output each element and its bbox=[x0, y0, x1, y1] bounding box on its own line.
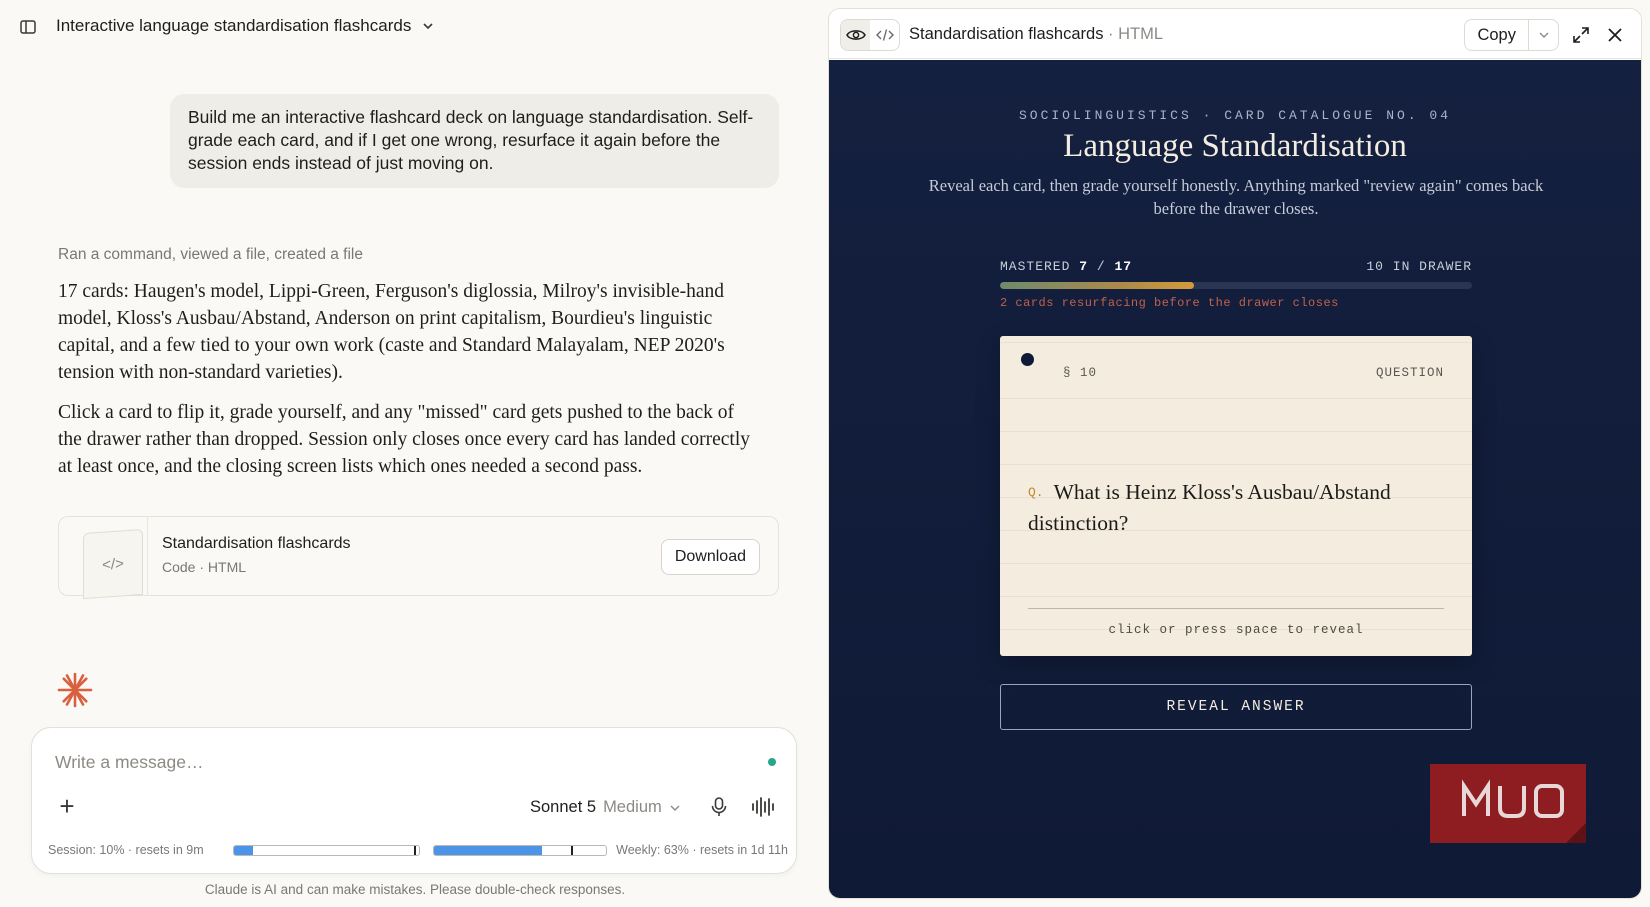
artifact-title-type: · HTML bbox=[1108, 25, 1164, 43]
reply-paragraph: 17 cards: Haugen's model, Lippi-Green, F… bbox=[58, 281, 725, 383]
microphone-icon[interactable] bbox=[708, 796, 730, 818]
top-bar: Interactive language standardisation fla… bbox=[0, 0, 820, 54]
mastered-count: MASTERED 7 / 17 bbox=[1000, 259, 1133, 274]
weekly-usage-marker bbox=[571, 846, 573, 855]
status-indicator bbox=[768, 758, 776, 766]
artifact-meta: Code · HTML bbox=[162, 559, 247, 575]
claude-spark-icon bbox=[57, 672, 93, 708]
artifact-name: Standardisation flashcards bbox=[162, 535, 351, 552]
code-icon bbox=[875, 29, 894, 41]
preview-toggle[interactable] bbox=[841, 20, 870, 50]
add-attachment-button[interactable]: + bbox=[54, 793, 80, 820]
artifact-card[interactable]: </> Standardisation flashcards Code · HT… bbox=[58, 516, 779, 600]
weekly-usage-label: Weekly: 63% · resets in 1d 11h bbox=[616, 843, 788, 857]
copy-options-button[interactable] bbox=[1528, 20, 1558, 50]
reveal-answer-button[interactable]: REVEAL ANSWER bbox=[1000, 684, 1472, 730]
flashcard[interactable]: § 10 QUESTION Q. What is Heinz Kloss's Au… bbox=[1000, 336, 1472, 656]
user-message: Build me an interactive flashcard deck o… bbox=[170, 94, 779, 188]
download-button[interactable]: Download bbox=[660, 539, 760, 575]
divider bbox=[147, 517, 148, 595]
deck-kicker: SOCIOLINGUISTICS · CARD CATALOGUE NO. 04 bbox=[1018, 108, 1452, 123]
progress-section: MASTERED 7 / 17 10 IN DRAWER 2 cards res… bbox=[1000, 259, 1472, 310]
view-toggle bbox=[840, 19, 900, 51]
close-icon[interactable] bbox=[1605, 25, 1625, 45]
card-question: Q. What is Heinz Kloss's Ausbau/Abstand d… bbox=[1028, 477, 1448, 539]
disclaimer: Claude is AI and can make mistakes. Plea… bbox=[204, 882, 626, 897]
code-toggle[interactable] bbox=[870, 20, 899, 50]
reply-paragraph: Click a card to flip it, grade yourself,… bbox=[58, 402, 750, 477]
question-text: What is Heinz Kloss's Ausbau/Abstand dis… bbox=[1028, 480, 1391, 535]
card-punch-hole bbox=[1021, 353, 1034, 366]
mastered-total: 17 bbox=[1114, 259, 1133, 274]
weekly-usage-fill bbox=[434, 846, 543, 855]
artifact-title-name: Standardisation flashcards bbox=[909, 25, 1104, 43]
mastered-value: 7 bbox=[1079, 259, 1089, 274]
session-usage-bar bbox=[233, 845, 420, 856]
assistant-reply: 17 cards: Haugen's model, Lippi-Green, F… bbox=[58, 278, 758, 493]
message-composer: + Sonnet 5 Medium Session: 10% · resets … bbox=[31, 727, 797, 874]
artifact-header: Standardisation flashcards · HTML Copy bbox=[829, 9, 1641, 59]
session-usage-marker bbox=[414, 846, 416, 855]
chevron-down-icon bbox=[1539, 32, 1548, 38]
drawer-count: 10 IN DRAWER bbox=[1366, 259, 1472, 274]
usage-meters: Session: 10% · resets in 9m Weekly: 63% … bbox=[48, 842, 788, 858]
chevron-down-icon bbox=[423, 23, 433, 30]
voice-mode-icon[interactable] bbox=[750, 796, 776, 818]
artifact-panel: Standardisation flashcards · HTML Copy S… bbox=[828, 8, 1642, 899]
resurfacing-note: 2 cards resurfacing before the drawer cl… bbox=[1000, 296, 1339, 310]
model-selector[interactable]: Sonnet 5 Medium bbox=[530, 798, 681, 817]
reveal-hint: click or press space to reveal bbox=[1108, 623, 1364, 637]
chevron-down-icon bbox=[670, 805, 680, 811]
card-number: § 10 bbox=[1063, 366, 1098, 380]
model-effort: Medium bbox=[603, 798, 662, 816]
code-file-icon-label: </> bbox=[102, 554, 124, 574]
copy-button[interactable]: Copy bbox=[1465, 20, 1528, 50]
artifact-title: Standardisation flashcards · HTML bbox=[909, 25, 1163, 44]
deck-title: Language Standardisation bbox=[1063, 128, 1407, 164]
tool-activity-summary[interactable]: Ran a command, viewed a file, created a … bbox=[58, 246, 363, 264]
copy-button-group: Copy bbox=[1464, 19, 1559, 51]
model-name: Sonnet 5 bbox=[530, 798, 597, 816]
session-usage-fill bbox=[234, 846, 253, 855]
sidebar-toggle-icon[interactable] bbox=[18, 17, 38, 37]
deck-subtitle: Reveal each card, then grade yourself ho… bbox=[928, 176, 1544, 218]
question-marker: Q. bbox=[1028, 485, 1044, 500]
chat-title: Interactive language standardisation fla… bbox=[56, 16, 412, 35]
eye-icon bbox=[845, 30, 866, 40]
chat-title-dropdown[interactable]: Interactive language standardisation fla… bbox=[56, 16, 435, 36]
progress-fill bbox=[1000, 282, 1195, 289]
progress-labels: MASTERED 7 / 17 10 IN DRAWER bbox=[1000, 259, 1472, 277]
progress-bar bbox=[1000, 282, 1472, 289]
muo-watermark-logo bbox=[1430, 764, 1586, 843]
weekly-usage-bar bbox=[433, 845, 607, 856]
card-kind: QUESTION bbox=[1375, 366, 1444, 380]
code-file-icon: </> bbox=[83, 528, 143, 600]
expand-icon[interactable] bbox=[1571, 25, 1591, 45]
message-input[interactable] bbox=[55, 752, 715, 773]
session-usage-label: Session: 10% · resets in 9m bbox=[48, 843, 204, 857]
artifact-preview: SOCIOLINGUISTICS · CARD CATALOGUE NO. 04… bbox=[829, 60, 1641, 898]
card-divider bbox=[1028, 608, 1444, 609]
mastered-label: MASTERED bbox=[1000, 259, 1071, 274]
